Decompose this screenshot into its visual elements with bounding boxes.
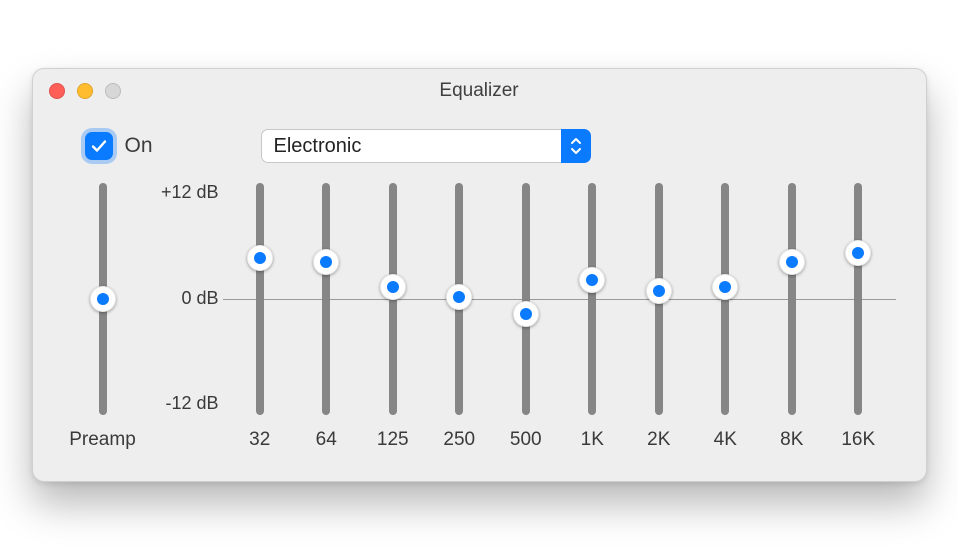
band-slider-250[interactable]: [455, 183, 463, 415]
db-scale-labels: +12 dB 0 dB -12 dB: [143, 183, 223, 415]
traffic-lights: [49, 83, 121, 99]
slider-thumb[interactable]: [446, 284, 472, 310]
chevron-up-down-icon[interactable]: [561, 129, 591, 163]
band-label: 64: [316, 429, 337, 451]
slider-thumb[interactable]: [380, 274, 406, 300]
equalizer-body: Preamp +12 dB 0 dB -12 dB 32 64 125 250 500 1…: [33, 171, 926, 481]
band-slider-8K[interactable]: [788, 183, 796, 415]
band-slider-125[interactable]: [389, 183, 397, 415]
close-icon[interactable]: [49, 83, 65, 99]
band-label: 500: [510, 429, 542, 451]
band-column-1K: 1K: [561, 183, 623, 451]
db-mid-label: 0 dB: [181, 288, 218, 309]
band-column-250: 250: [428, 183, 490, 451]
band-slider-32[interactable]: [256, 183, 264, 415]
band-column-32: 32: [229, 183, 291, 451]
band-label: 1K: [581, 429, 604, 451]
band-label: 16K: [841, 429, 875, 451]
band-slider-500[interactable]: [522, 183, 530, 415]
titlebar: Equalizer: [33, 69, 926, 113]
window-title: Equalizer: [439, 80, 518, 102]
band-label: 2K: [647, 429, 670, 451]
slider-thumb[interactable]: [579, 267, 605, 293]
preset-value: Electronic: [261, 129, 561, 163]
band-column-4K: 4K: [694, 183, 756, 451]
slider-thumb[interactable]: [247, 245, 273, 271]
slider-thumb[interactable]: [779, 249, 805, 275]
preamp-slider[interactable]: [99, 183, 107, 415]
maximize-icon[interactable]: [105, 83, 121, 99]
band-slider-2K[interactable]: [655, 183, 663, 415]
band-label: 4K: [714, 429, 737, 451]
slider-thumb[interactable]: [90, 286, 116, 312]
minimize-icon[interactable]: [77, 83, 93, 99]
db-min-label: -12 dB: [165, 393, 218, 414]
slider-thumb[interactable]: [513, 301, 539, 327]
band-label: 32: [249, 429, 270, 451]
band-label: 125: [377, 429, 409, 451]
bands-area: 32 64 125 250 500 1K 2K 4K 8K 16K: [223, 183, 896, 451]
band-label: 8K: [780, 429, 803, 451]
slider-thumb[interactable]: [646, 278, 672, 304]
band-column-125: 125: [362, 183, 424, 451]
slider-thumb[interactable]: [313, 249, 339, 275]
slider-thumb[interactable]: [845, 240, 871, 266]
db-max-label: +12 dB: [161, 182, 219, 203]
preset-select[interactable]: Electronic: [261, 129, 591, 163]
band-label: 250: [443, 429, 475, 451]
preamp-label: Preamp: [69, 429, 136, 451]
band-column-2K: 2K: [628, 183, 690, 451]
on-label: On: [125, 134, 153, 158]
controls-row: On Electronic: [33, 113, 926, 171]
on-checkbox[interactable]: [85, 132, 113, 160]
checkmark-icon: [90, 137, 108, 155]
band-column-500: 500: [495, 183, 557, 451]
band-column-16K: 16K: [827, 183, 889, 451]
band-column-64: 64: [295, 183, 357, 451]
band-slider-1K[interactable]: [588, 183, 596, 415]
band-slider-4K[interactable]: [721, 183, 729, 415]
equalizer-window: Equalizer On Electronic: [32, 68, 927, 482]
band-slider-64[interactable]: [322, 183, 330, 415]
band-slider-16K[interactable]: [854, 183, 862, 415]
preamp-column: Preamp: [63, 183, 143, 451]
slider-thumb[interactable]: [712, 274, 738, 300]
band-column-8K: 8K: [761, 183, 823, 451]
